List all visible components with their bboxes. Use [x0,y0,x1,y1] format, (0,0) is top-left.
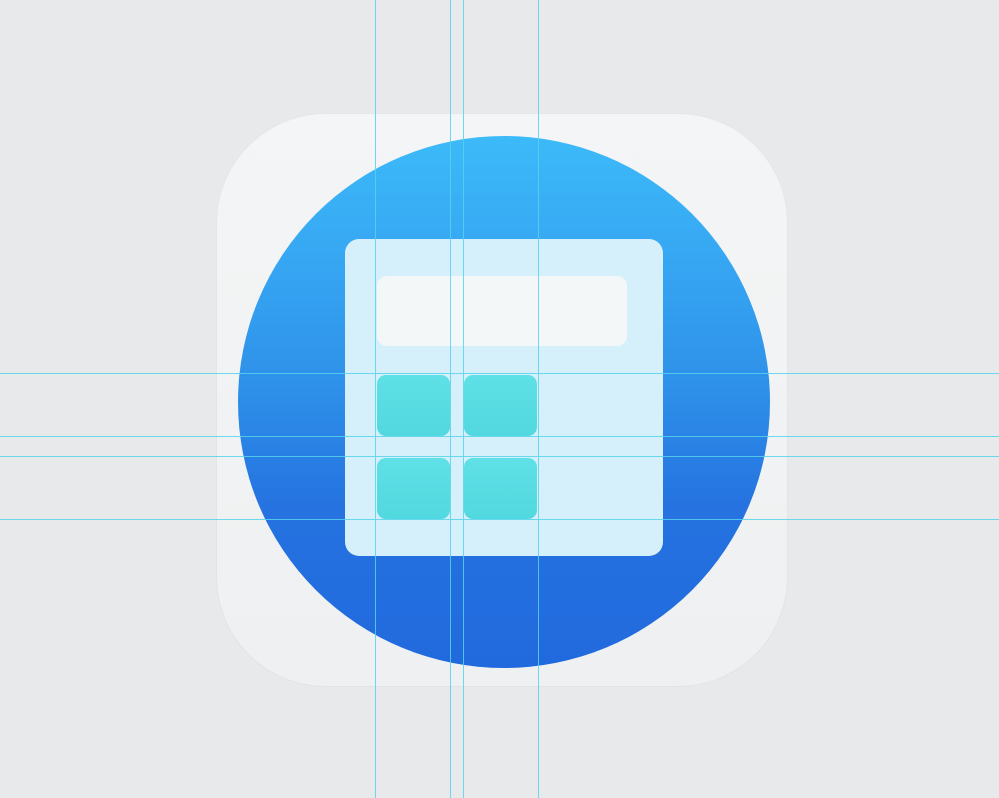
calculator-key-2 [464,375,537,436]
design-canvas [0,0,999,798]
calculator-key-1 [377,375,450,436]
calculator-key-3 [377,458,450,519]
calculator-key-4 [464,458,537,519]
calculator-display [377,276,627,346]
